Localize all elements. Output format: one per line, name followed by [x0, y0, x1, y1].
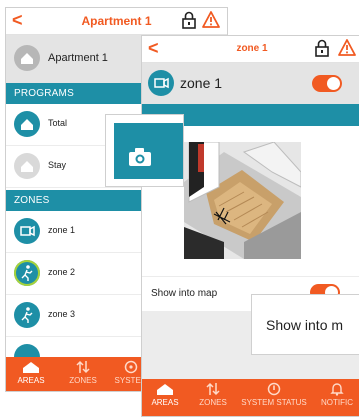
camera-icon [14, 218, 40, 244]
motion-icon [14, 302, 40, 328]
camera-button[interactable] [114, 123, 183, 179]
tab-zones[interactable]: ZONES [190, 379, 236, 413]
tab-areas[interactable]: AREAS [6, 357, 56, 391]
tab-label: SYSTEM STATUS [241, 398, 307, 407]
header: < Apartment 1 [6, 8, 227, 35]
show-into-map-tooltip: Show into m [251, 294, 359, 355]
header: < zone 1 [142, 36, 359, 63]
lock-icon[interactable] [314, 39, 330, 57]
tooltip-text: Show into m [266, 317, 344, 333]
sort-icon [76, 360, 90, 374]
tab-system-status[interactable]: SYSTEM STATUS [238, 379, 310, 413]
warning-icon[interactable] [338, 39, 356, 56]
camera-popup [105, 114, 184, 187]
home-icon [21, 53, 33, 64]
tab-label: ZONES [199, 398, 227, 407]
home-icon [14, 111, 40, 137]
tab-label: ZONES [69, 376, 97, 385]
tab-bar: AREAS ZONES SYSTEM STATUS NOTIFIC [142, 379, 359, 416]
area-name: Apartment 1 [48, 52, 108, 64]
home-icon [14, 153, 40, 179]
show-into-map-label: Show into map [151, 288, 218, 299]
zone-detail-screen: < zone 1 zone 1 Show into map AREAS ZONE… [141, 35, 359, 417]
zone-label: zone 3 [48, 309, 76, 319]
area-avatar [14, 45, 40, 71]
status-icon [267, 382, 281, 396]
tab-notifications[interactable]: NOTIFIC [312, 379, 359, 413]
motion-icon [14, 260, 40, 286]
zone-name: zone 1 [180, 75, 223, 91]
home-icon [23, 362, 39, 373]
zone-label: zone 2 [48, 267, 76, 277]
tab-areas[interactable]: AREAS [142, 379, 188, 413]
toggle-knob [327, 77, 340, 90]
tab-label: AREAS [17, 376, 45, 385]
bell-icon [330, 383, 344, 396]
home-icon [157, 384, 173, 395]
gear-icon [124, 360, 138, 374]
sort-icon [206, 382, 220, 396]
zone-toggle[interactable] [312, 75, 342, 92]
program-label: Total [48, 118, 68, 128]
warning-icon[interactable] [202, 11, 220, 28]
camera-icon [148, 70, 174, 96]
floorplan-image [184, 142, 301, 259]
tab-label: AREAS [151, 398, 179, 407]
tab-zones[interactable]: ZONES [58, 357, 108, 391]
tab-label: NOTIFIC [321, 398, 353, 407]
zone-header: zone 1 [142, 63, 359, 104]
lock-icon[interactable] [181, 11, 197, 29]
program-label: Stay [48, 160, 67, 170]
camera-icon [129, 148, 151, 166]
zone-label: zone 1 [48, 225, 76, 235]
